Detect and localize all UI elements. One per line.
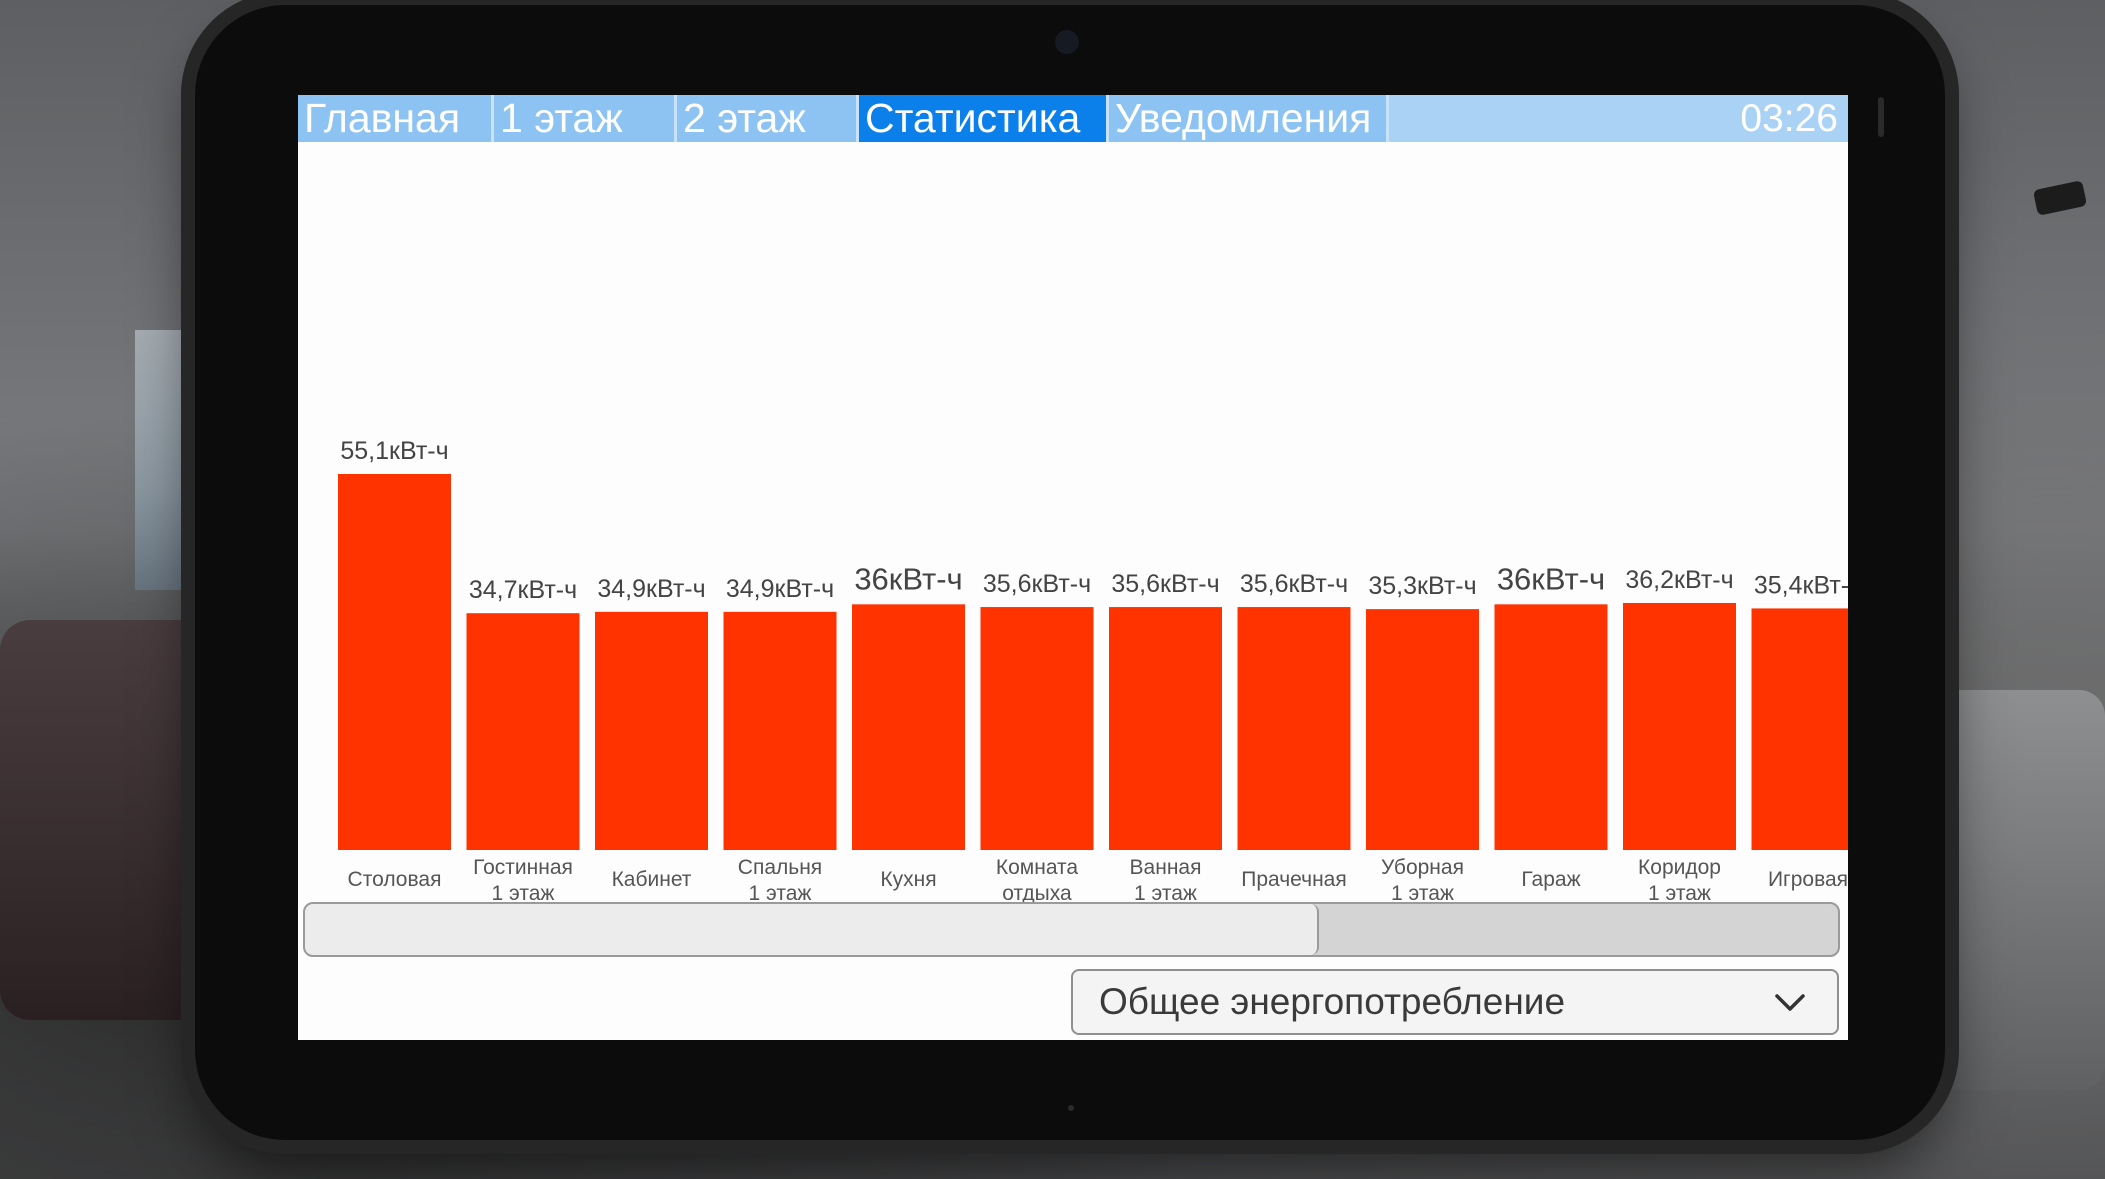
tab-floor-1[interactable]: 1 этаж — [494, 95, 677, 142]
bar-value-label: 35,3кВт-ч — [1368, 572, 1476, 600]
bar-category-label: Ванная — [1130, 856, 1202, 879]
tab-notifications[interactable]: Уведомления — [1109, 95, 1389, 142]
chart-bar[interactable] — [1237, 607, 1351, 850]
chart-bar[interactable] — [723, 611, 837, 850]
bar-value-label: 36кВт-ч — [1497, 561, 1605, 596]
energy-bar-chart: 55,1кВт-ч Столовая 34,7кВт-ч Гостинная 1 эта… — [298, 142, 1848, 992]
bar-category-label: Столовая — [348, 868, 442, 891]
tab-floor-2[interactable]: 2 этаж — [677, 95, 859, 142]
bar-category-label: Коридор — [1638, 856, 1721, 879]
metric-dropdown[interactable]: Общее энергопотребление — [1071, 969, 1839, 1035]
bar-category-label: Комната — [996, 856, 1079, 879]
tablet-side-button — [1878, 97, 1884, 137]
chart-bar[interactable] — [1366, 609, 1479, 850]
scrollbar-thumb[interactable] — [305, 904, 1319, 955]
chart-canvas: 55,1кВт-ч Столовая 34,7кВт-ч Гостинная 1 эта… — [338, 437, 1849, 902]
dropdown-selected-value: Общее энергопотребление — [1099, 981, 1566, 1022]
bar-value-label: 34,9кВт-ч — [726, 575, 834, 603]
chart-bar[interactable] — [1109, 607, 1222, 850]
bar-value-label: 34,9кВт-ч — [597, 575, 705, 603]
chart-bar[interactable] — [466, 613, 580, 850]
bar-category-label: Прачечная — [1241, 868, 1347, 891]
tab-main[interactable]: Главная — [298, 95, 494, 142]
bar-category-label: 1 этаж — [749, 882, 812, 902]
tablet-sensor — [1068, 1105, 1074, 1111]
bar-category-label: Игровая — [1768, 868, 1848, 891]
chart-bar[interactable] — [1623, 602, 1736, 850]
sofa-left — [0, 620, 220, 1020]
bar-category-label: отдыха — [1002, 882, 1072, 902]
tab-statistics[interactable]: Статистика — [859, 95, 1109, 142]
bar-category-label: 1 этаж — [1391, 882, 1454, 902]
bar-value-label: 36кВт-ч — [854, 561, 962, 596]
bar-category-label: Гараж — [1521, 868, 1580, 891]
bar-value-label: 34,7кВт-ч — [469, 576, 577, 604]
clock: 03:26 — [1740, 97, 1838, 140]
chart-bar[interactable] — [1494, 604, 1608, 850]
chevron-down-icon — [1775, 994, 1805, 1011]
top-navigation-bar: Главная 1 этаж 2 этаж Статистика Уведомл… — [298, 95, 1848, 142]
tablet-camera — [1055, 30, 1079, 54]
bar-category-label: Уборная — [1381, 856, 1464, 879]
bar-category-label: 1 этаж — [1648, 882, 1711, 902]
wall-camera — [2032, 180, 2088, 216]
bar-value-label: 36,2кВт-ч — [1625, 566, 1733, 594]
bar-category-label: 1 этаж — [1134, 882, 1197, 902]
bar-value-label: 35,4кВт-ч — [1754, 571, 1848, 599]
chart-scrollbar[interactable] — [303, 902, 1840, 957]
chart-bar[interactable] — [595, 611, 708, 850]
chart-bar[interactable] — [338, 474, 451, 850]
tablet-screen: Главная 1 этаж 2 этаж Статистика Уведомл… — [298, 95, 1848, 1040]
bar-category-label: Гостинная — [473, 856, 573, 879]
bar-value-label: 35,6кВт-ч — [1111, 570, 1219, 598]
bar-category-label: Спальня — [738, 856, 822, 879]
chart-bar[interactable] — [852, 604, 965, 850]
bar-value-label: 35,6кВт-ч — [983, 570, 1091, 598]
bar-value-label: 35,6кВт-ч — [1240, 570, 1348, 598]
bar-category-label: Кухня — [880, 868, 936, 891]
bar-category-label: 1 этаж — [492, 882, 555, 902]
bar-value-label: 55,1кВт-ч — [340, 437, 448, 465]
bar-category-label: Кабинет — [612, 868, 692, 891]
chart-bar[interactable] — [1751, 608, 1849, 850]
chart-bar[interactable] — [980, 607, 1094, 850]
